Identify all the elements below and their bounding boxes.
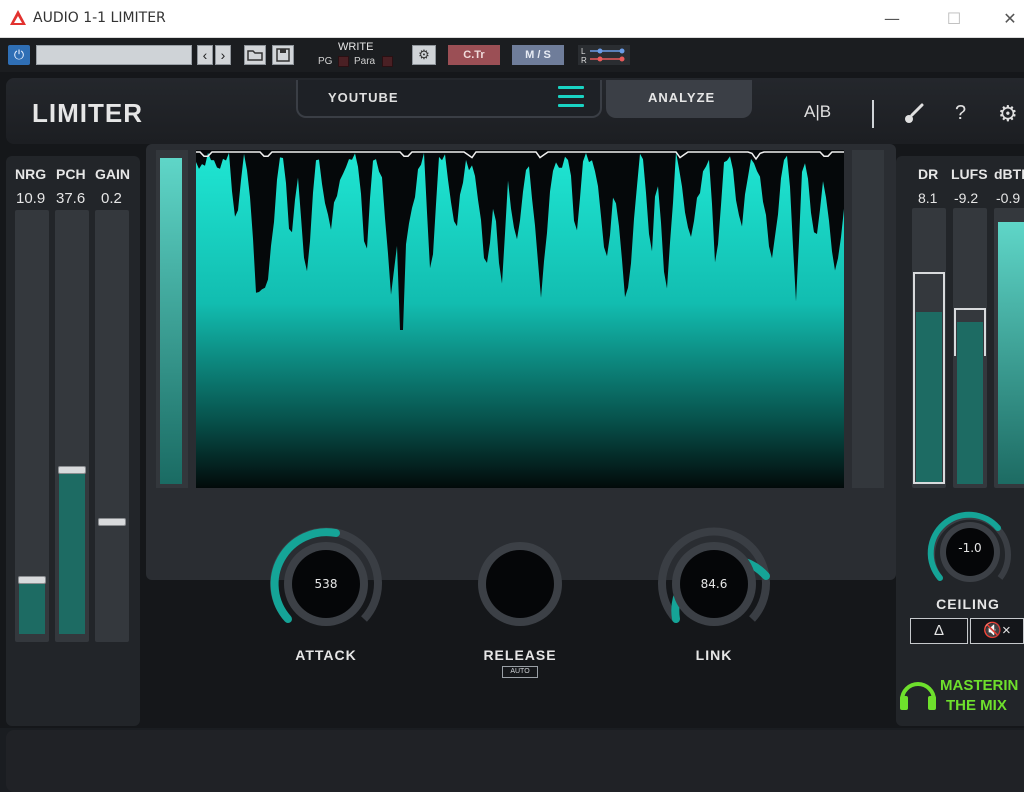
maximize-button[interactable]: ☐ bbox=[940, 8, 968, 30]
help-button[interactable]: ? bbox=[955, 102, 966, 125]
brand-line2: THE MIX bbox=[946, 697, 1007, 714]
pg-label: PG bbox=[318, 56, 333, 67]
app-logo-icon bbox=[10, 10, 26, 25]
nrg-slider-handle[interactable] bbox=[18, 576, 46, 584]
nrg-label: NRG bbox=[15, 166, 47, 182]
left-meter-panel: NRG PCH GAIN 10.9 37.6 0.2 bbox=[6, 156, 140, 726]
nrg-slider[interactable] bbox=[15, 210, 49, 642]
pch-slider-handle[interactable] bbox=[58, 466, 86, 474]
menu-icon[interactable] bbox=[558, 86, 584, 108]
dbtp-meter bbox=[994, 208, 1024, 488]
brush-icon[interactable] bbox=[902, 102, 926, 126]
next-preset-button[interactable]: › bbox=[215, 45, 231, 65]
release-knob[interactable] bbox=[460, 524, 580, 644]
header-divider bbox=[872, 100, 874, 128]
tab-analyze[interactable]: ANALYZE bbox=[606, 80, 752, 118]
settings-gear-icon[interactable]: ⚙ bbox=[998, 101, 1018, 127]
lufs-meter bbox=[953, 208, 987, 488]
dr-meter bbox=[912, 208, 946, 488]
waveform-panel bbox=[146, 144, 896, 580]
ms-button[interactable]: M / S bbox=[512, 45, 564, 65]
pg-toggle[interactable] bbox=[338, 56, 349, 67]
brand-logo: MASTERING THE MIX bbox=[898, 664, 1024, 720]
dbtp-meter-fill bbox=[998, 222, 1024, 484]
lufs-range-bracket bbox=[954, 308, 986, 356]
save-preset-button[interactable] bbox=[272, 45, 294, 65]
output-level-meter bbox=[852, 150, 884, 488]
ab-compare-button[interactable]: A|B bbox=[804, 102, 831, 122]
host-settings-button[interactable]: ⚙ bbox=[412, 45, 436, 65]
window-title: AUDIO 1-1 LIMITER bbox=[33, 10, 166, 26]
pch-slider-fill bbox=[59, 474, 85, 634]
headphones-logo-icon: MASTERING THE MIX bbox=[900, 677, 1024, 714]
window-titlebar: AUDIO 1-1 LIMITER — ☐ ✕ bbox=[0, 0, 1024, 38]
mute-button[interactable]: 🔇× bbox=[970, 618, 1024, 644]
lr-routing-button[interactable]: L R bbox=[578, 45, 630, 65]
preset-field[interactable] bbox=[36, 45, 192, 65]
plugin-body: LIMITER YOUTUBE ANALYZE A|B ? ⚙ NRG PCH … bbox=[0, 72, 1024, 792]
release-label: RELEASE bbox=[483, 647, 557, 663]
power-button[interactable]: ⏻ bbox=[8, 45, 30, 65]
attack-label: ATTACK bbox=[295, 647, 357, 663]
input-level-fill bbox=[160, 158, 182, 484]
dr-label: DR bbox=[918, 166, 939, 182]
waveform-display bbox=[196, 150, 844, 488]
ceiling-line bbox=[196, 151, 844, 161]
lufs-value: -9.2 bbox=[954, 190, 979, 206]
host-toolbar: ⏻ ‹ › WRITE PG Para ⚙ C.Tr M / S L R bbox=[0, 38, 1024, 72]
dr-range-bracket bbox=[913, 272, 945, 484]
tab-analyze-label: ANALYZE bbox=[648, 90, 716, 105]
waveform-graph bbox=[196, 151, 844, 488]
gain-label: GAIN bbox=[95, 166, 130, 182]
attack-value: 538 bbox=[314, 577, 338, 591]
write-label: WRITE bbox=[338, 41, 374, 53]
para-label: Para bbox=[354, 56, 376, 67]
dbtp-label: dBTP bbox=[994, 166, 1024, 182]
input-level-meter bbox=[156, 150, 188, 488]
plugin-title: LIMITER bbox=[32, 98, 143, 128]
delta-button[interactable]: Δ bbox=[910, 618, 968, 644]
folder-icon bbox=[247, 50, 263, 61]
link-label: LINK bbox=[695, 647, 733, 663]
open-preset-button[interactable] bbox=[244, 45, 266, 65]
ceiling-value: -1.0 bbox=[958, 541, 982, 555]
tab-youtube-label: YOUTUBE bbox=[328, 90, 399, 105]
plugin-footer bbox=[6, 730, 1024, 792]
close-button[interactable]: ✕ bbox=[996, 8, 1024, 30]
pch-slider[interactable] bbox=[55, 210, 89, 642]
gain-value: 0.2 bbox=[101, 190, 122, 207]
minimize-button[interactable]: — bbox=[878, 8, 906, 30]
gear-icon: ⚙ bbox=[418, 47, 430, 62]
dbtp-value: -0.9 bbox=[996, 190, 1021, 206]
para-toggle[interactable] bbox=[382, 56, 393, 67]
gain-slider-handle[interactable] bbox=[98, 518, 126, 526]
routing-icon: L R bbox=[581, 47, 625, 65]
lufs-label: LUFS bbox=[951, 166, 988, 182]
save-icon bbox=[276, 48, 290, 62]
ctr-button[interactable]: C.Tr bbox=[448, 45, 500, 65]
waveform-shape bbox=[196, 152, 844, 488]
tab-youtube[interactable]: YOUTUBE bbox=[296, 80, 602, 118]
dr-value: 8.1 bbox=[918, 190, 938, 206]
nrg-slider-fill bbox=[19, 584, 45, 634]
pch-value: 37.6 bbox=[56, 190, 86, 207]
release-auto-badge[interactable]: AUTO bbox=[502, 666, 538, 678]
ceiling-label: CEILING bbox=[936, 596, 1000, 612]
nrg-value: 10.9 bbox=[16, 190, 46, 207]
brand-line1: MASTERING bbox=[940, 677, 1018, 694]
lr-l: L bbox=[581, 47, 586, 56]
prev-preset-button[interactable]: ‹ bbox=[197, 45, 213, 65]
lr-r: R bbox=[581, 56, 587, 65]
pch-label: PCH bbox=[56, 166, 86, 182]
gain-slider[interactable] bbox=[95, 210, 129, 642]
link-value: 84.6 bbox=[700, 577, 728, 591]
